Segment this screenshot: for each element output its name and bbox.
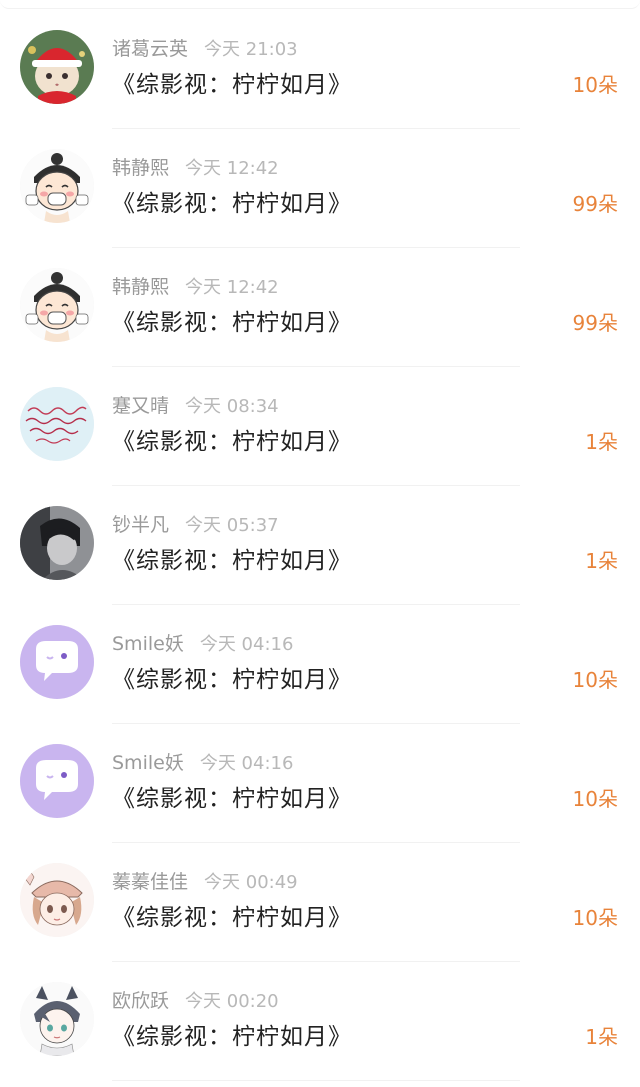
list-item[interactable]: 钞半凡 今天 05:37 《综影视：柠柠如月》 1朵 bbox=[0, 486, 640, 605]
avatar[interactable] bbox=[20, 744, 94, 818]
record-meta: Smile妖 今天 04:16 bbox=[112, 750, 293, 776]
flower-amount: 10朵 bbox=[572, 906, 618, 930]
top-card-edge bbox=[0, 0, 640, 9]
avatar[interactable] bbox=[20, 30, 94, 104]
divider bbox=[112, 1080, 520, 1081]
flower-amount: 99朵 bbox=[572, 311, 618, 335]
purple-chat-bubble-icon bbox=[20, 625, 94, 699]
record-time: 今天 00:49 bbox=[204, 872, 298, 893]
avatar[interactable] bbox=[20, 863, 94, 937]
record-time: 今天 04:16 bbox=[199, 753, 294, 774]
list-item[interactable]: 蹇又晴 今天 08:34 《综影视：柠柠如月》 1朵 bbox=[0, 367, 640, 486]
record-meta: 韩静熙 今天 12:42 bbox=[112, 274, 279, 300]
list-item[interactable]: 诸葛云英 今天 21:03 《综影视：柠柠如月》 10朵 bbox=[0, 10, 640, 129]
record-meta: Smile妖 今天 04:16 bbox=[112, 631, 293, 657]
record-time: 今天 05:37 bbox=[185, 515, 279, 536]
record-meta: 蓁蓁佳佳 今天 00:49 bbox=[112, 869, 298, 895]
book-title[interactable]: 《综影视：柠柠如月》 bbox=[112, 784, 352, 814]
avatar[interactable] bbox=[20, 268, 94, 342]
flower-amount: 1朵 bbox=[585, 430, 618, 454]
handwriting-blue-icon bbox=[20, 387, 94, 461]
flower-amount: 1朵 bbox=[585, 549, 618, 573]
avatar[interactable] bbox=[20, 982, 94, 1056]
avatar[interactable] bbox=[20, 149, 94, 223]
user-name: 韩静熙 bbox=[112, 157, 170, 179]
cartoon-girl-mask-icon bbox=[20, 149, 94, 223]
user-name: Smile妖 bbox=[112, 752, 184, 774]
record-time: 今天 00:20 bbox=[185, 991, 279, 1012]
list-item[interactable]: 韩静熙 今天 12:42 《综影视：柠柠如月》 99朵 bbox=[0, 248, 640, 367]
avatar[interactable] bbox=[20, 625, 94, 699]
book-title[interactable]: 《综影视：柠柠如月》 bbox=[112, 903, 352, 933]
anime-boy-cat-ears-icon bbox=[20, 982, 94, 1056]
list-item[interactable]: 欧欣跃 今天 00:20 《综影视：柠柠如月》 1朵 bbox=[0, 962, 640, 1081]
book-title[interactable]: 《综影视：柠柠如月》 bbox=[112, 189, 352, 219]
list-item[interactable]: Smile妖 今天 04:16 《综影视：柠柠如月》 10朵 bbox=[0, 605, 640, 724]
record-time: 今天 12:42 bbox=[185, 277, 279, 298]
book-title[interactable]: 《综影视：柠柠如月》 bbox=[112, 427, 352, 457]
user-name: 诸葛云英 bbox=[112, 38, 189, 60]
record-meta: 韩静熙 今天 12:42 bbox=[112, 155, 279, 181]
list-item[interactable]: 蓁蓁佳佳 今天 00:49 《综影视：柠柠如月》 10朵 bbox=[0, 843, 640, 962]
flower-amount: 10朵 bbox=[572, 73, 618, 97]
list-item[interactable]: Smile妖 今天 04:16 《综影视：柠柠如月》 10朵 bbox=[0, 724, 640, 843]
record-meta: 诸葛云英 今天 21:03 bbox=[112, 36, 298, 62]
user-name: 蓁蓁佳佳 bbox=[112, 871, 189, 893]
purple-chat-bubble-icon bbox=[20, 744, 94, 818]
avatar[interactable] bbox=[20, 506, 94, 580]
record-meta: 蹇又晴 今天 08:34 bbox=[112, 393, 279, 419]
user-name: Smile妖 bbox=[112, 633, 184, 655]
list-item[interactable]: 韩静熙 今天 12:42 《综影视：柠柠如月》 99朵 bbox=[0, 129, 640, 248]
user-name: 蹇又晴 bbox=[112, 395, 170, 417]
user-name: 钞半凡 bbox=[112, 514, 170, 536]
reward-list: 诸葛云英 今天 21:03 《综影视：柠柠如月》 10朵 韩静熙 今天 12:4… bbox=[0, 10, 640, 1081]
book-title[interactable]: 《综影视：柠柠如月》 bbox=[112, 308, 352, 338]
anime-girl-hat-icon bbox=[20, 863, 94, 937]
flower-amount: 99朵 bbox=[572, 192, 618, 216]
flower-amount: 10朵 bbox=[572, 787, 618, 811]
record-time: 今天 12:42 bbox=[185, 158, 279, 179]
record-meta: 钞半凡 今天 05:37 bbox=[112, 512, 279, 538]
man-gray-photo-icon bbox=[20, 506, 94, 580]
flower-amount: 1朵 bbox=[585, 1025, 618, 1049]
record-time: 今天 04:16 bbox=[199, 634, 294, 655]
record-time: 今天 21:03 bbox=[204, 39, 298, 60]
book-title[interactable]: 《综影视：柠柠如月》 bbox=[112, 546, 352, 576]
book-title[interactable]: 《综影视：柠柠如月》 bbox=[112, 70, 352, 100]
record-meta: 欧欣跃 今天 00:20 bbox=[112, 988, 279, 1014]
record-time: 今天 08:34 bbox=[185, 396, 279, 417]
cat-santa-hat-icon bbox=[20, 30, 94, 104]
user-name: 韩静熙 bbox=[112, 276, 170, 298]
book-title[interactable]: 《综影视：柠柠如月》 bbox=[112, 1022, 352, 1052]
cartoon-girl-mask-icon bbox=[20, 268, 94, 342]
book-title[interactable]: 《综影视：柠柠如月》 bbox=[112, 665, 352, 695]
avatar[interactable] bbox=[20, 387, 94, 461]
user-name: 欧欣跃 bbox=[112, 990, 170, 1012]
flower-amount: 10朵 bbox=[572, 668, 618, 692]
